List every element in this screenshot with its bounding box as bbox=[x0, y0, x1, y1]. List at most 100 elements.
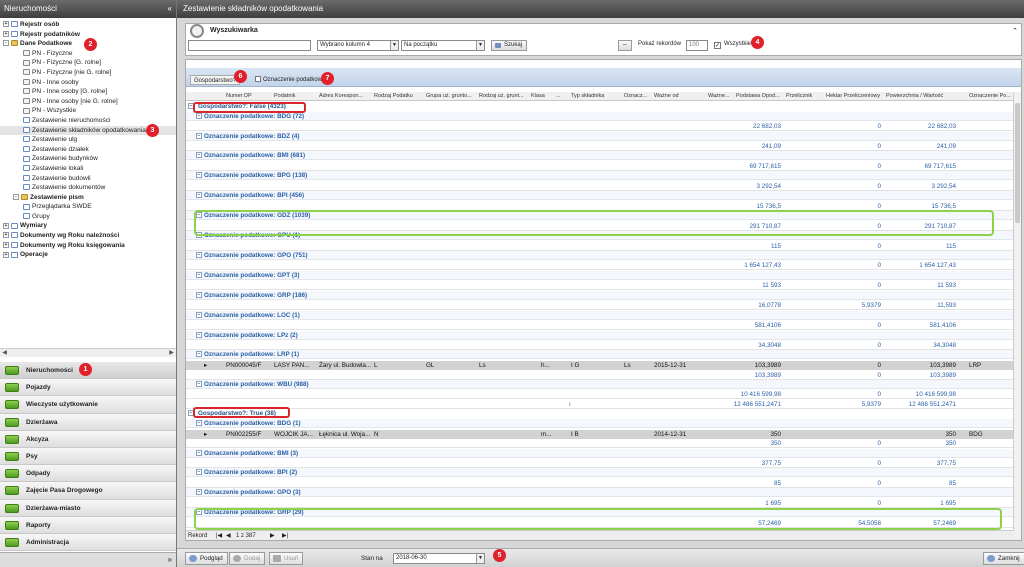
nav-module-item[interactable]: Dzierżawa bbox=[0, 413, 176, 431]
tree-item[interactable]: Zestawienie budowli bbox=[0, 174, 176, 184]
collapse-search-icon[interactable]: ⌃ bbox=[1012, 27, 1018, 35]
collapse-icon[interactable]: − bbox=[196, 420, 202, 426]
group-level2-row[interactable]: − Oznaczenie podatkowe: GRP (186) bbox=[186, 290, 1014, 300]
group-level2-row[interactable]: − Oznaczenie podatkowe: BPI (2) bbox=[186, 468, 1014, 478]
search-text-input[interactable] bbox=[188, 40, 311, 51]
column-header[interactable]: Ważne od bbox=[654, 92, 706, 101]
collapse-icon[interactable]: - bbox=[13, 193, 19, 200]
records-count-input[interactable]: 100 bbox=[686, 40, 708, 51]
collapse-icon[interactable]: − bbox=[196, 251, 202, 258]
column-header[interactable]: Grupa uż. grunto... bbox=[426, 92, 477, 101]
collapse-icon[interactable]: − bbox=[196, 291, 202, 298]
tree-item[interactable]: + Wymiary bbox=[0, 221, 176, 231]
tree-item[interactable]: + Rejestr osób bbox=[0, 20, 176, 30]
data-row[interactable]: ▸ PN002255/F WOJCIK JA... Łęknica ul. Woja.… bbox=[186, 429, 1014, 439]
column-header[interactable]: Typ składnika bbox=[571, 92, 622, 101]
tree-item[interactable]: PN - Fizyczne [G. rolne] bbox=[0, 58, 176, 68]
tree-item[interactable]: + Dokumenty wg Roku należności bbox=[0, 231, 176, 241]
preview-button[interactable]: Podgląd bbox=[185, 552, 228, 565]
group-level2-row[interactable]: − Oznaczenie podatkowe: LPz (2) bbox=[186, 330, 1014, 340]
group-level2-row[interactable]: − Oznaczenie podatkowe: BDG (1) bbox=[186, 419, 1014, 428]
expand-icon[interactable]: + bbox=[3, 251, 9, 258]
tree-horizontal-scrollbar[interactable]: ◀ ▶ bbox=[0, 348, 176, 357]
column-header[interactable]: Hektar Przeliczeniowy bbox=[826, 92, 884, 101]
column-select[interactable]: Wybrano kolumn 4 ▼ bbox=[317, 40, 399, 51]
tree-item[interactable]: Zestawienie budynków bbox=[0, 154, 176, 164]
group-level2-row[interactable]: − Oznaczenie podatkowe: BDZ (4) bbox=[186, 131, 1014, 141]
group-chip-gospodarstwo[interactable]: Gospodarstwo? bbox=[190, 75, 241, 85]
column-header[interactable]: Powierzchnia / Wartość bbox=[886, 92, 967, 101]
group-chip-oznaczenie[interactable]: Oznaczenie podatkowe bbox=[252, 75, 328, 85]
group-level1-row[interactable]: − Gospodarstwo?: False (4323) bbox=[186, 102, 1014, 111]
group-level1-row[interactable]: − Gospodarstwo?: True (38) bbox=[186, 409, 1014, 418]
scroll-left-icon[interactable]: ◀ bbox=[0, 349, 9, 357]
chevron-down-icon[interactable]: ▼ bbox=[476, 41, 484, 50]
collapse-icon[interactable]: − bbox=[196, 331, 202, 338]
expand-icon[interactable]: + bbox=[3, 30, 9, 37]
collapse-icon[interactable]: − bbox=[196, 152, 202, 159]
collapse-icon[interactable]: − bbox=[196, 271, 202, 278]
column-header[interactable]: Oznaczenie Po... bbox=[969, 92, 1014, 101]
group-level2-row[interactable]: − Oznaczenie podatkowe: BPG (138) bbox=[186, 171, 1014, 181]
close-button[interactable]: Zamknij bbox=[983, 552, 1024, 565]
column-header[interactable]: Ważne... bbox=[708, 92, 734, 101]
pager-next-icon[interactable]: ▶ bbox=[270, 531, 275, 540]
collapse-icon[interactable]: − bbox=[196, 311, 202, 318]
grid-vertical-scrollbar[interactable] bbox=[1013, 93, 1021, 540]
chevron-down-icon[interactable]: ▼ bbox=[390, 41, 398, 50]
column-header[interactable]: Przelicznik bbox=[786, 92, 824, 101]
group-level2-row[interactable]: − Oznaczenie podatkowe: BPI (456) bbox=[186, 191, 1014, 201]
column-header[interactable]: Oznacz... bbox=[624, 92, 652, 101]
calendar-dropdown-icon[interactable]: ▼ bbox=[476, 554, 484, 563]
collapse-icon[interactable]: − bbox=[196, 449, 202, 456]
column-header[interactable]: ... bbox=[556, 92, 569, 101]
match-mode-select[interactable]: Na początku ▼ bbox=[401, 40, 485, 51]
tree-item[interactable]: Przeglądarka SWDE bbox=[0, 202, 176, 212]
nav-module-item[interactable]: Administracja bbox=[0, 533, 176, 552]
collapse-left-icon[interactable]: « bbox=[168, 0, 172, 18]
tree-item[interactable]: PN - Inne osoby bbox=[0, 78, 176, 88]
remove-button[interactable]: Usuń bbox=[269, 552, 304, 565]
expand-icon[interactable]: + bbox=[3, 222, 9, 229]
tree-item[interactable]: Zestawienie działek bbox=[0, 145, 176, 155]
group-level2-row[interactable]: − Oznaczenie podatkowe: WBU (988) bbox=[186, 379, 1014, 389]
stan-na-date-input[interactable]: 2018-06-30 ▼ bbox=[393, 553, 485, 564]
collapse-icon[interactable]: − bbox=[196, 132, 202, 139]
group-chip-checkbox[interactable] bbox=[255, 76, 261, 83]
nav-module-item[interactable]: Akcyza bbox=[0, 430, 176, 448]
column-header[interactable]: Numer DP bbox=[226, 92, 272, 101]
group-level2-row[interactable]: − Oznaczenie podatkowe: BMI (681) bbox=[186, 151, 1014, 161]
nav-more-icon[interactable]: » bbox=[168, 555, 172, 564]
row-expand-icon[interactable]: ▸ bbox=[204, 430, 207, 439]
toggle-arrows-button[interactable]: ⇔ bbox=[618, 40, 632, 51]
tree-item[interactable]: - Zestawienie pism bbox=[0, 193, 176, 203]
pager-prev-icon[interactable]: ◀ bbox=[226, 531, 231, 540]
column-header[interactable]: Podatnik bbox=[274, 92, 317, 101]
expand-icon[interactable]: + bbox=[3, 21, 9, 28]
scroll-thumb[interactable] bbox=[1015, 103, 1020, 223]
search-button[interactable]: Szukaj bbox=[491, 40, 528, 51]
tree-item[interactable]: + Operacje bbox=[0, 250, 176, 260]
group-level2-row[interactable]: − Oznaczenie podatkowe: GPT (3) bbox=[186, 270, 1014, 280]
nav-module-item[interactable]: Pojazdy bbox=[0, 379, 176, 397]
collapse-icon[interactable]: − bbox=[196, 489, 202, 496]
column-header[interactable]: Rodzaj Podatku bbox=[374, 92, 424, 101]
collapse-icon[interactable]: − bbox=[196, 351, 202, 358]
group-level2-row[interactable]: − Oznaczenie podatkowe: LRP (1) bbox=[186, 350, 1014, 360]
tree-item[interactable]: + Dokumenty wg Roku księgowania bbox=[0, 241, 176, 251]
tree-item[interactable]: PN - Inne osoby [nie G. rolne] bbox=[0, 97, 176, 107]
nav-module-item[interactable]: Dzierżawa-miasto bbox=[0, 499, 176, 517]
scroll-right-icon[interactable]: ▶ bbox=[167, 349, 176, 357]
tree-item[interactable]: Zestawienie dokumentów bbox=[0, 183, 176, 193]
tree-item[interactable]: Zestawienie lokali bbox=[0, 164, 176, 174]
group-level2-row[interactable]: − Oznaczenie podatkowe: BMI (3) bbox=[186, 448, 1014, 458]
column-header[interactable]: Podstawa Opod... bbox=[736, 92, 784, 101]
nav-module-item[interactable]: Odpady bbox=[0, 465, 176, 483]
expand-icon[interactable]: + bbox=[3, 241, 9, 248]
add-button[interactable]: Dodaj bbox=[229, 552, 266, 565]
nav-module-item[interactable]: Raporty bbox=[0, 516, 176, 534]
collapse-icon[interactable]: − bbox=[196, 192, 202, 199]
collapse-icon[interactable]: − bbox=[196, 380, 202, 387]
tree-item[interactable]: PN - Fizyczne [nie G. rolne] bbox=[0, 68, 176, 78]
all-records-checkbox[interactable]: ✓ bbox=[714, 42, 721, 49]
